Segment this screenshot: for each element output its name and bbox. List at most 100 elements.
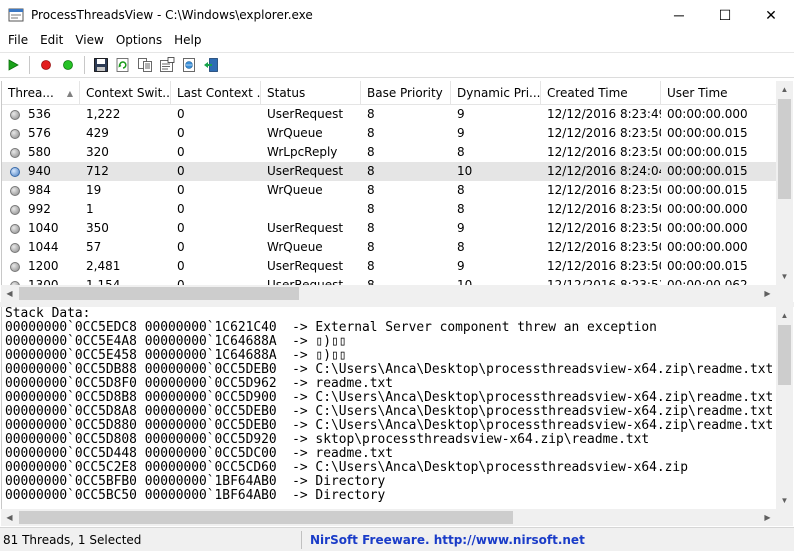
cell-status: UserRequest bbox=[267, 164, 344, 178]
scroll-up-icon[interactable]: ▲ bbox=[776, 81, 793, 98]
stack-data-text: Stack Data: 00000000`0CC5EDC8 00000000`1C… bbox=[5, 307, 773, 503]
table-row[interactable]: 1044 57 0 WrQueue 8 8 12/12/2016 8:23:50... 00:… bbox=[2, 238, 776, 257]
list-vscroll-thumb[interactable] bbox=[778, 99, 791, 199]
menu-file[interactable]: File bbox=[2, 33, 34, 47]
stack-header: Stack Data: bbox=[5, 307, 91, 321]
refresh-button[interactable] bbox=[112, 54, 134, 76]
play-button[interactable] bbox=[2, 54, 24, 76]
column-last-context[interactable]: Last Context ... bbox=[171, 81, 261, 105]
cell-dynamic-priority: 8 bbox=[457, 183, 465, 197]
scroll-left-icon[interactable]: ◀ bbox=[1, 285, 18, 302]
column-status[interactable]: Status bbox=[261, 81, 361, 105]
stack-hscroll-thumb[interactable] bbox=[19, 511, 513, 524]
table-row[interactable]: 940 712 0 UserRequest 8 10 12/12/2016 8:24:04.… bbox=[2, 162, 776, 181]
exit-button[interactable] bbox=[200, 54, 222, 76]
cell-status: WrQueue bbox=[267, 183, 323, 197]
menu-view[interactable]: View bbox=[69, 33, 109, 47]
cell-created-time: 12/12/2016 8:23:50... bbox=[547, 221, 661, 235]
column-dynamic-priority[interactable]: Dynamic Pri... bbox=[451, 81, 541, 105]
cell-context-switches: 712 bbox=[86, 164, 109, 178]
cell-created-time: 12/12/2016 8:23:50... bbox=[547, 202, 661, 216]
cell-thread-id: 940 bbox=[2, 162, 80, 181]
cell-last-context: 0 bbox=[177, 107, 185, 121]
menu-help[interactable]: Help bbox=[168, 33, 207, 47]
cell-base-priority: 8 bbox=[367, 221, 375, 235]
stack-line: 00000000`0CC5D8F0 00000000`0CC5D962 -> r… bbox=[5, 376, 394, 391]
table-row[interactable]: 992 1 0 8 8 12/12/2016 8:23:50... 00:00:00.000 bbox=[2, 200, 776, 219]
column-thread-id[interactable]: Threa... ▲ bbox=[2, 81, 80, 105]
stack-line: 00000000`0CC5D448 00000000`0CC5DC00 -> r… bbox=[5, 446, 394, 461]
save-button[interactable] bbox=[90, 54, 112, 76]
cell-dynamic-priority: 8 bbox=[457, 145, 465, 159]
html-report-icon bbox=[183, 58, 195, 72]
properties-button[interactable] bbox=[156, 54, 178, 76]
cell-dynamic-priority: 8 bbox=[457, 240, 465, 254]
scroll-down-icon[interactable]: ▼ bbox=[776, 492, 793, 509]
exit-icon bbox=[204, 58, 218, 72]
minimize-button[interactable]: ─ bbox=[656, 0, 702, 30]
table-row[interactable]: 576 429 0 WrQueue 8 9 12/12/2016 8:23:50... 00:… bbox=[2, 124, 776, 143]
scroll-down-icon[interactable]: ▼ bbox=[776, 268, 793, 285]
start-green-icon bbox=[63, 60, 73, 70]
threads-list[interactable]: Threa... ▲ Context Swit... Last Context .… bbox=[1, 81, 776, 302]
cell-user-time: 00:00:00.000 bbox=[667, 240, 748, 254]
table-row[interactable]: 1200 2,481 0 UserRequest 8 9 12/12/2016 8:23:5… bbox=[2, 257, 776, 276]
thread-icon bbox=[10, 185, 20, 196]
list-vertical-scrollbar[interactable]: ▲ ▼ bbox=[776, 81, 793, 285]
scroll-left-icon[interactable]: ◀ bbox=[1, 509, 18, 526]
menu-edit[interactable]: Edit bbox=[34, 33, 69, 47]
cell-thread-id: 992 bbox=[2, 200, 80, 219]
column-base-priority[interactable]: Base Priority bbox=[361, 81, 451, 105]
table-row[interactable]: 580 320 0 WrLpcReply 8 8 12/12/2016 8:23:50...… bbox=[2, 143, 776, 162]
list-hscroll-thumb[interactable] bbox=[19, 287, 299, 300]
stack-data-pane[interactable]: Stack Data: 00000000`0CC5EDC8 00000000`1C… bbox=[1, 307, 776, 509]
cell-created-time: 12/12/2016 8:23:50... bbox=[547, 126, 661, 140]
thread-icon bbox=[10, 223, 20, 234]
cell-created-time: 12/12/2016 8:23:50... bbox=[547, 259, 661, 273]
stack-line: 00000000`0CC5C2E8 00000000`0CC5CD60 -> C… bbox=[5, 460, 688, 475]
cell-user-time: 00:00:00.015 bbox=[667, 126, 748, 140]
start-button[interactable] bbox=[57, 54, 79, 76]
scroll-right-icon[interactable]: ▶ bbox=[759, 285, 776, 302]
copy-button[interactable] bbox=[134, 54, 156, 76]
nirsoft-link[interactable]: NirSoft Freeware. http://www.nirsoft.net bbox=[302, 533, 585, 547]
stack-vertical-scrollbar[interactable]: ▲ ▼ bbox=[776, 307, 793, 509]
cell-context-switches: 320 bbox=[86, 145, 109, 159]
thread-icon bbox=[10, 242, 20, 253]
stack-line: 00000000`0CC5BFB0 00000000`1BF64AB0 -> D… bbox=[5, 474, 386, 489]
column-user-time[interactable]: User Time bbox=[661, 81, 776, 105]
list-horizontal-scrollbar[interactable]: ◀ ▶ bbox=[1, 285, 776, 302]
table-row[interactable]: 1040 350 0 UserRequest 8 9 12/12/2016 8:23:50.… bbox=[2, 219, 776, 238]
stack-line: 00000000`0CC5D880 00000000`0CC5DEB0 -> C… bbox=[5, 418, 774, 433]
cell-user-time: 00:00:00.015 bbox=[667, 164, 748, 178]
cell-context-switches: 2,481 bbox=[86, 259, 121, 273]
maximize-button[interactable]: ☐ bbox=[702, 0, 748, 30]
cell-context-switches: 1,222 bbox=[86, 107, 121, 121]
column-created-time[interactable]: Created Time bbox=[541, 81, 661, 105]
stop-button[interactable] bbox=[35, 54, 57, 76]
scroll-right-icon[interactable]: ▶ bbox=[759, 509, 776, 526]
play-icon bbox=[8, 59, 19, 71]
cell-user-time: 00:00:00.000 bbox=[667, 202, 748, 216]
cell-context-switches: 429 bbox=[86, 126, 109, 140]
toolbar-separator bbox=[29, 56, 30, 74]
close-button[interactable]: ✕ bbox=[748, 0, 794, 30]
cell-thread-id: 580 bbox=[2, 143, 80, 162]
menu-options[interactable]: Options bbox=[110, 33, 168, 47]
html-report-button[interactable] bbox=[178, 54, 200, 76]
cell-dynamic-priority: 9 bbox=[457, 259, 465, 273]
table-row[interactable]: 536 1,222 0 UserRequest 8 9 12/12/2016 8:23:49… bbox=[2, 105, 776, 124]
scroll-up-icon[interactable]: ▲ bbox=[776, 307, 793, 324]
table-row[interactable]: 984 19 0 WrQueue 8 8 12/12/2016 8:23:50... 00:0… bbox=[2, 181, 776, 200]
stack-horizontal-scrollbar[interactable]: ◀ ▶ bbox=[1, 509, 776, 526]
stack-line: 00000000`0CC5D8B8 00000000`0CC5D900 -> C… bbox=[5, 390, 774, 405]
cell-dynamic-priority: 10 bbox=[457, 164, 473, 178]
thread-icon bbox=[10, 128, 20, 139]
cell-created-time: 12/12/2016 8:23:50... bbox=[547, 240, 661, 254]
cell-status: UserRequest bbox=[267, 259, 344, 273]
stack-vscroll-thumb[interactable] bbox=[778, 325, 791, 385]
cell-context-switches: 57 bbox=[86, 240, 102, 254]
column-context-switches[interactable]: Context Swit... bbox=[80, 81, 171, 105]
properties-icon bbox=[160, 57, 175, 72]
stack-line: 00000000`0CC5DB88 00000000`0CC5DEB0 -> C… bbox=[5, 362, 774, 377]
